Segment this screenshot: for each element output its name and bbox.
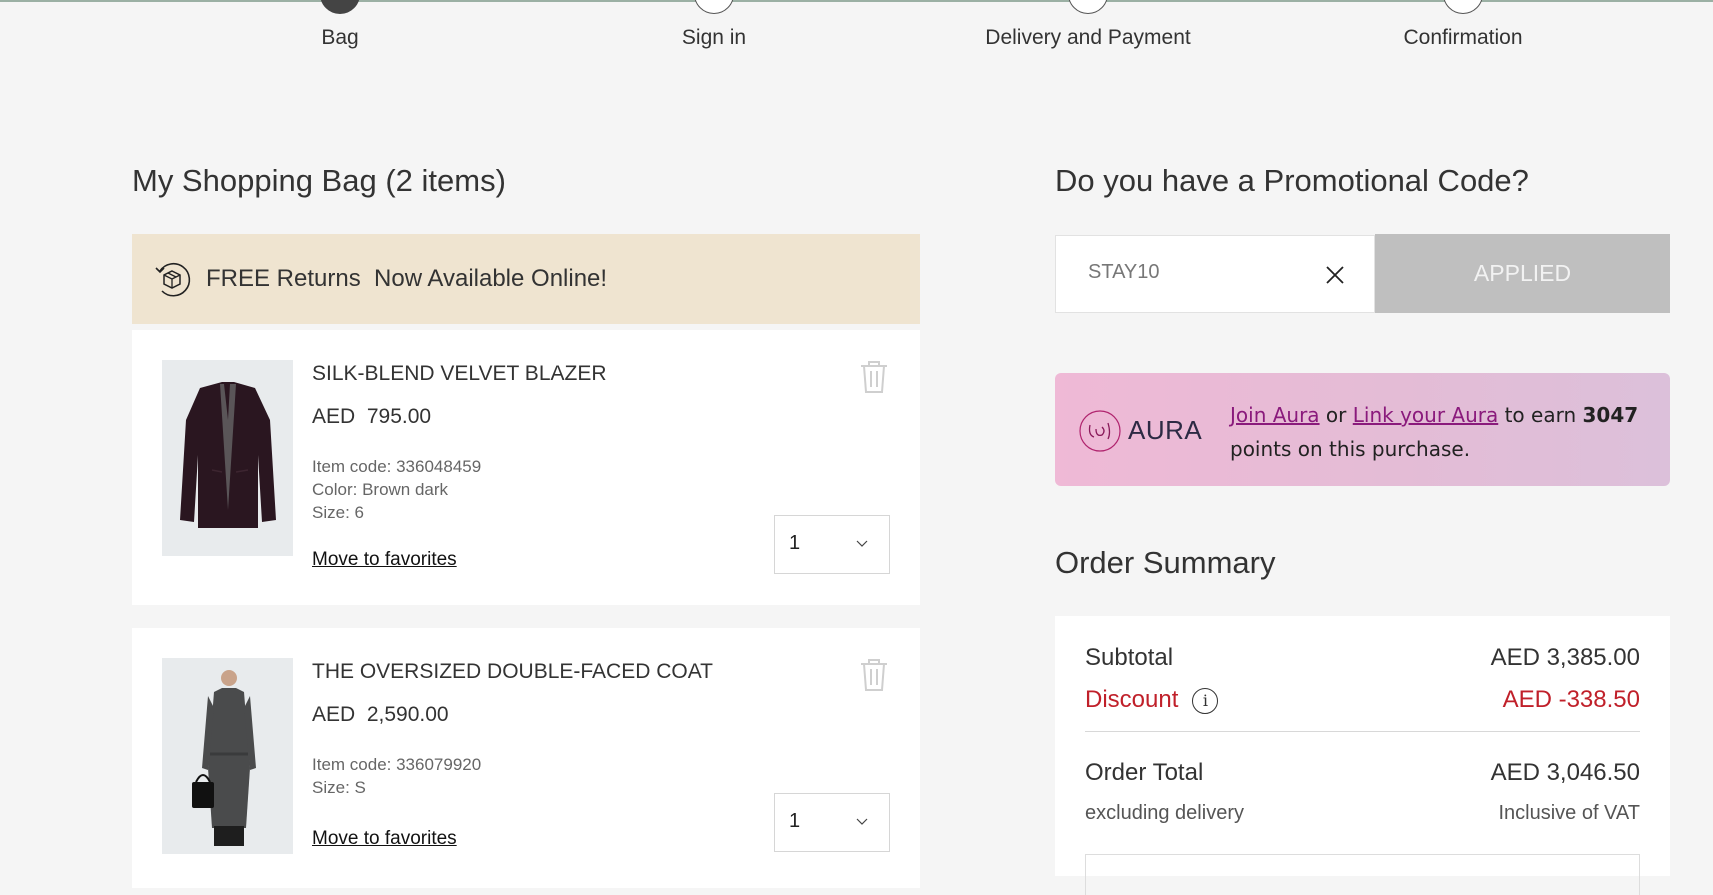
discount-label-wrap: Discount i	[1085, 686, 1219, 714]
aura-loyalty-card: AURA Join Aura or Link your Aura to earn…	[1055, 373, 1670, 486]
aura-points: 3047	[1582, 403, 1639, 427]
link-aura-link[interactable]: Link your Aura	[1353, 403, 1498, 427]
product-details: Item code: 336048459 Color: Brown dark S…	[312, 455, 481, 524]
item-size: Size: 6	[312, 503, 364, 522]
quantity-select[interactable]: 1	[774, 515, 890, 574]
item-size: Size: S	[312, 778, 366, 797]
promo-code-field	[1055, 235, 1375, 313]
apply-promo-button[interactable]: APPLIED	[1375, 234, 1670, 313]
trash-icon[interactable]	[858, 360, 890, 394]
step-indicator-active	[320, 0, 360, 14]
bag-item: THE OVERSIZED DOUBLE-FACED COAT AED 2,59…	[132, 628, 920, 888]
quantity-select[interactable]: 1	[774, 793, 890, 852]
item-code: Item code: 336079920	[312, 755, 482, 774]
step-label: Sign in	[681, 26, 747, 49]
aura-earn-suffix: points on this purchase.	[1230, 437, 1471, 461]
step-label: Delivery and Payment	[985, 26, 1191, 49]
aura-or: or	[1325, 403, 1347, 427]
product-image[interactable]	[162, 658, 293, 854]
quantity-value: 1	[789, 532, 801, 554]
quantity-value: 1	[789, 810, 801, 832]
item-code: Item code: 336048459	[312, 457, 482, 476]
product-name[interactable]: THE OVERSIZED DOUBLE-FACED COAT	[312, 660, 713, 684]
trash-icon[interactable]	[858, 658, 890, 692]
order-summary-card: Subtotal AED 3,385.00 Discount i AED -338…	[1055, 616, 1670, 895]
bag-item: SILK-BLEND VELVET BLAZER AED 795.00 Item…	[132, 330, 920, 605]
aura-logo-icon	[1079, 410, 1121, 452]
step-indicator	[1068, 0, 1108, 14]
join-aura-link[interactable]: Join Aura	[1230, 403, 1320, 427]
item-color: Color: Brown dark	[312, 480, 449, 499]
product-name[interactable]: SILK-BLEND VELVET BLAZER	[312, 362, 607, 386]
product-price: AED 795.00	[312, 405, 432, 428]
info-icon[interactable]: i	[1192, 687, 1219, 714]
step-indicator	[1443, 0, 1483, 14]
step-indicator	[694, 0, 734, 14]
velvet-blazer-image	[162, 360, 293, 556]
move-to-favorites-link[interactable]: Move to favorites	[312, 828, 457, 850]
aura-brand: AURA	[1128, 415, 1203, 445]
close-icon[interactable]	[1324, 264, 1346, 286]
summary-divider	[1085, 731, 1640, 732]
step-label: Bag	[321, 26, 359, 49]
order-total-value: AED 3,046.50	[1490, 759, 1640, 786]
product-image[interactable]	[162, 360, 293, 556]
banner-text: FREE Returns Now Available Online!	[206, 265, 608, 292]
promo-code-input[interactable]	[1086, 260, 1320, 285]
promo-title: Do you have a Promotional Code?	[1055, 163, 1529, 198]
step-label: Confirmation	[1403, 26, 1523, 49]
subtotal-label: Subtotal	[1085, 644, 1174, 671]
vat-note: Inclusive of VAT	[1498, 802, 1640, 824]
discount-label: Discount	[1085, 686, 1179, 713]
summary-next-box	[1085, 854, 1640, 895]
box-return-icon	[155, 262, 191, 297]
order-total-row: Order Total AED 3,046.50	[1085, 759, 1640, 787]
subtotal-value: AED 3,385.00	[1490, 644, 1640, 671]
product-price: AED 2,590.00	[312, 703, 449, 726]
order-total-label: Order Total	[1085, 759, 1204, 786]
free-returns-banner: FREE Returns Now Available Online!	[132, 234, 920, 324]
discount-value: AED -338.50	[1502, 686, 1640, 713]
excluding-delivery-note: excluding delivery	[1085, 802, 1244, 824]
product-details: Item code: 336079920 Size: S	[312, 753, 481, 799]
chevron-down-icon	[856, 540, 868, 547]
order-summary-title: Order Summary	[1055, 545, 1276, 580]
subtotal-row: Subtotal AED 3,385.00	[1085, 644, 1640, 672]
chevron-down-icon	[856, 818, 868, 825]
move-to-favorites-link[interactable]: Move to favorites	[312, 549, 457, 571]
total-notes-row: excluding delivery Inclusive of VAT	[1085, 802, 1640, 825]
oversized-coat-image	[162, 658, 293, 854]
bag-title: My Shopping Bag (2 items)	[132, 163, 506, 198]
aura-earn-prefix: to earn	[1504, 403, 1577, 427]
aura-message: Join Aura or Link your Aura to earn 3047…	[1230, 398, 1650, 466]
discount-row: Discount i AED -338.50	[1085, 686, 1640, 714]
